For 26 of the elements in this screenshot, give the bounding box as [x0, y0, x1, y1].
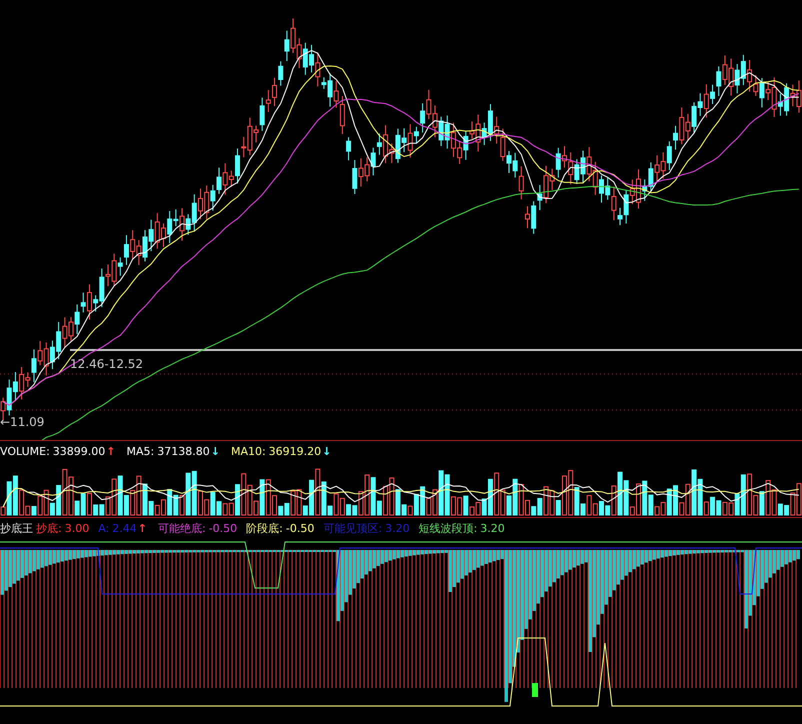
- legend-value: 3.00: [64, 522, 90, 534]
- legend-value: 3.20: [480, 522, 505, 534]
- legend-label: 可能见顶区:: [323, 520, 382, 536]
- legend-label: MA5:: [126, 444, 154, 458]
- legend-label: 阶段底:: [246, 520, 283, 536]
- legend-label: A:: [98, 522, 110, 534]
- legend-label: MA10:: [230, 444, 266, 458]
- signal-bar: [532, 683, 538, 697]
- trend-arrow: ↓: [210, 444, 220, 458]
- legend-value: 37138.80: [157, 444, 210, 458]
- trend-arrow: ↓: [322, 444, 332, 458]
- legend-value: 2.44: [112, 522, 137, 534]
- legend-label: VOLUME:: [0, 444, 50, 458]
- legend-value: -0.50: [208, 522, 238, 534]
- price-label: ←11.09: [0, 415, 44, 429]
- price-label: 12.46-12.52: [70, 357, 144, 371]
- legend-value: 3.20: [385, 522, 410, 534]
- legend-value: 36919.20: [268, 444, 322, 458]
- legend-value: 33899.00: [52, 444, 106, 458]
- indicator-title: 抄底王: [0, 520, 33, 536]
- legend-label: 可能绝底:: [158, 520, 206, 536]
- legend-value: -0.50: [286, 522, 314, 534]
- trend-arrow: ↑: [138, 522, 147, 534]
- trend-arrow: ↑: [106, 444, 116, 458]
- legend-label: 抄底:: [36, 520, 62, 536]
- legend-label: 短线波段顶:: [418, 520, 478, 536]
